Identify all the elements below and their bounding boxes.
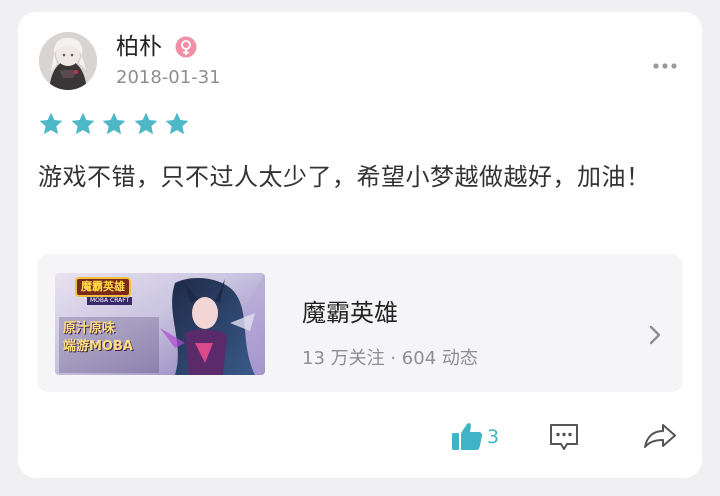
avatar-image: [39, 32, 97, 90]
comment-icon[interactable]: [548, 422, 580, 452]
star-icon: [71, 112, 94, 135]
female-icon: [175, 36, 197, 58]
game-tagline-2: 端游MOBA: [63, 339, 133, 354]
thumbs-up-icon[interactable]: [451, 421, 483, 451]
star-icon: [165, 112, 189, 135]
chevron-right-icon: [648, 324, 662, 346]
game-name: 魔霸英雄: [302, 299, 398, 327]
username[interactable]: 柏朴: [116, 32, 162, 62]
star-icon: [102, 112, 126, 135]
star-icon: [134, 112, 157, 135]
star-icon: [39, 112, 63, 135]
share-icon[interactable]: [643, 422, 677, 450]
game-tagline-1: 原汁原味: [63, 321, 116, 336]
game-logo-sub: MOBA CRAFT: [87, 297, 133, 305]
avatar[interactable]: [39, 32, 97, 90]
review-date: 2018-01-31: [116, 67, 221, 88]
more-dots-icon[interactable]: [652, 56, 678, 69]
game-card[interactable]: 魔霸英雄 MOBA CRAFT 原汁原味 端游MOBA 魔霸英雄 13 万关注 …: [38, 254, 682, 392]
like-count: 3: [487, 426, 500, 448]
review-card: 柏朴 2018-01-31 游戏不错，只不过人太少了，希望小梦越做越好，加油！: [18, 12, 702, 478]
review-text: 游戏不错，只不过人太少了，希望小梦越做越好，加油！: [38, 163, 651, 191]
game-logo: 魔霸英雄: [75, 277, 131, 297]
game-thumbnail: 魔霸英雄 MOBA CRAFT 原汁原味 端游MOBA: [55, 273, 265, 375]
rating-stars: [38, 111, 196, 137]
game-stats: 13 万关注 · 604 动态: [302, 348, 478, 369]
